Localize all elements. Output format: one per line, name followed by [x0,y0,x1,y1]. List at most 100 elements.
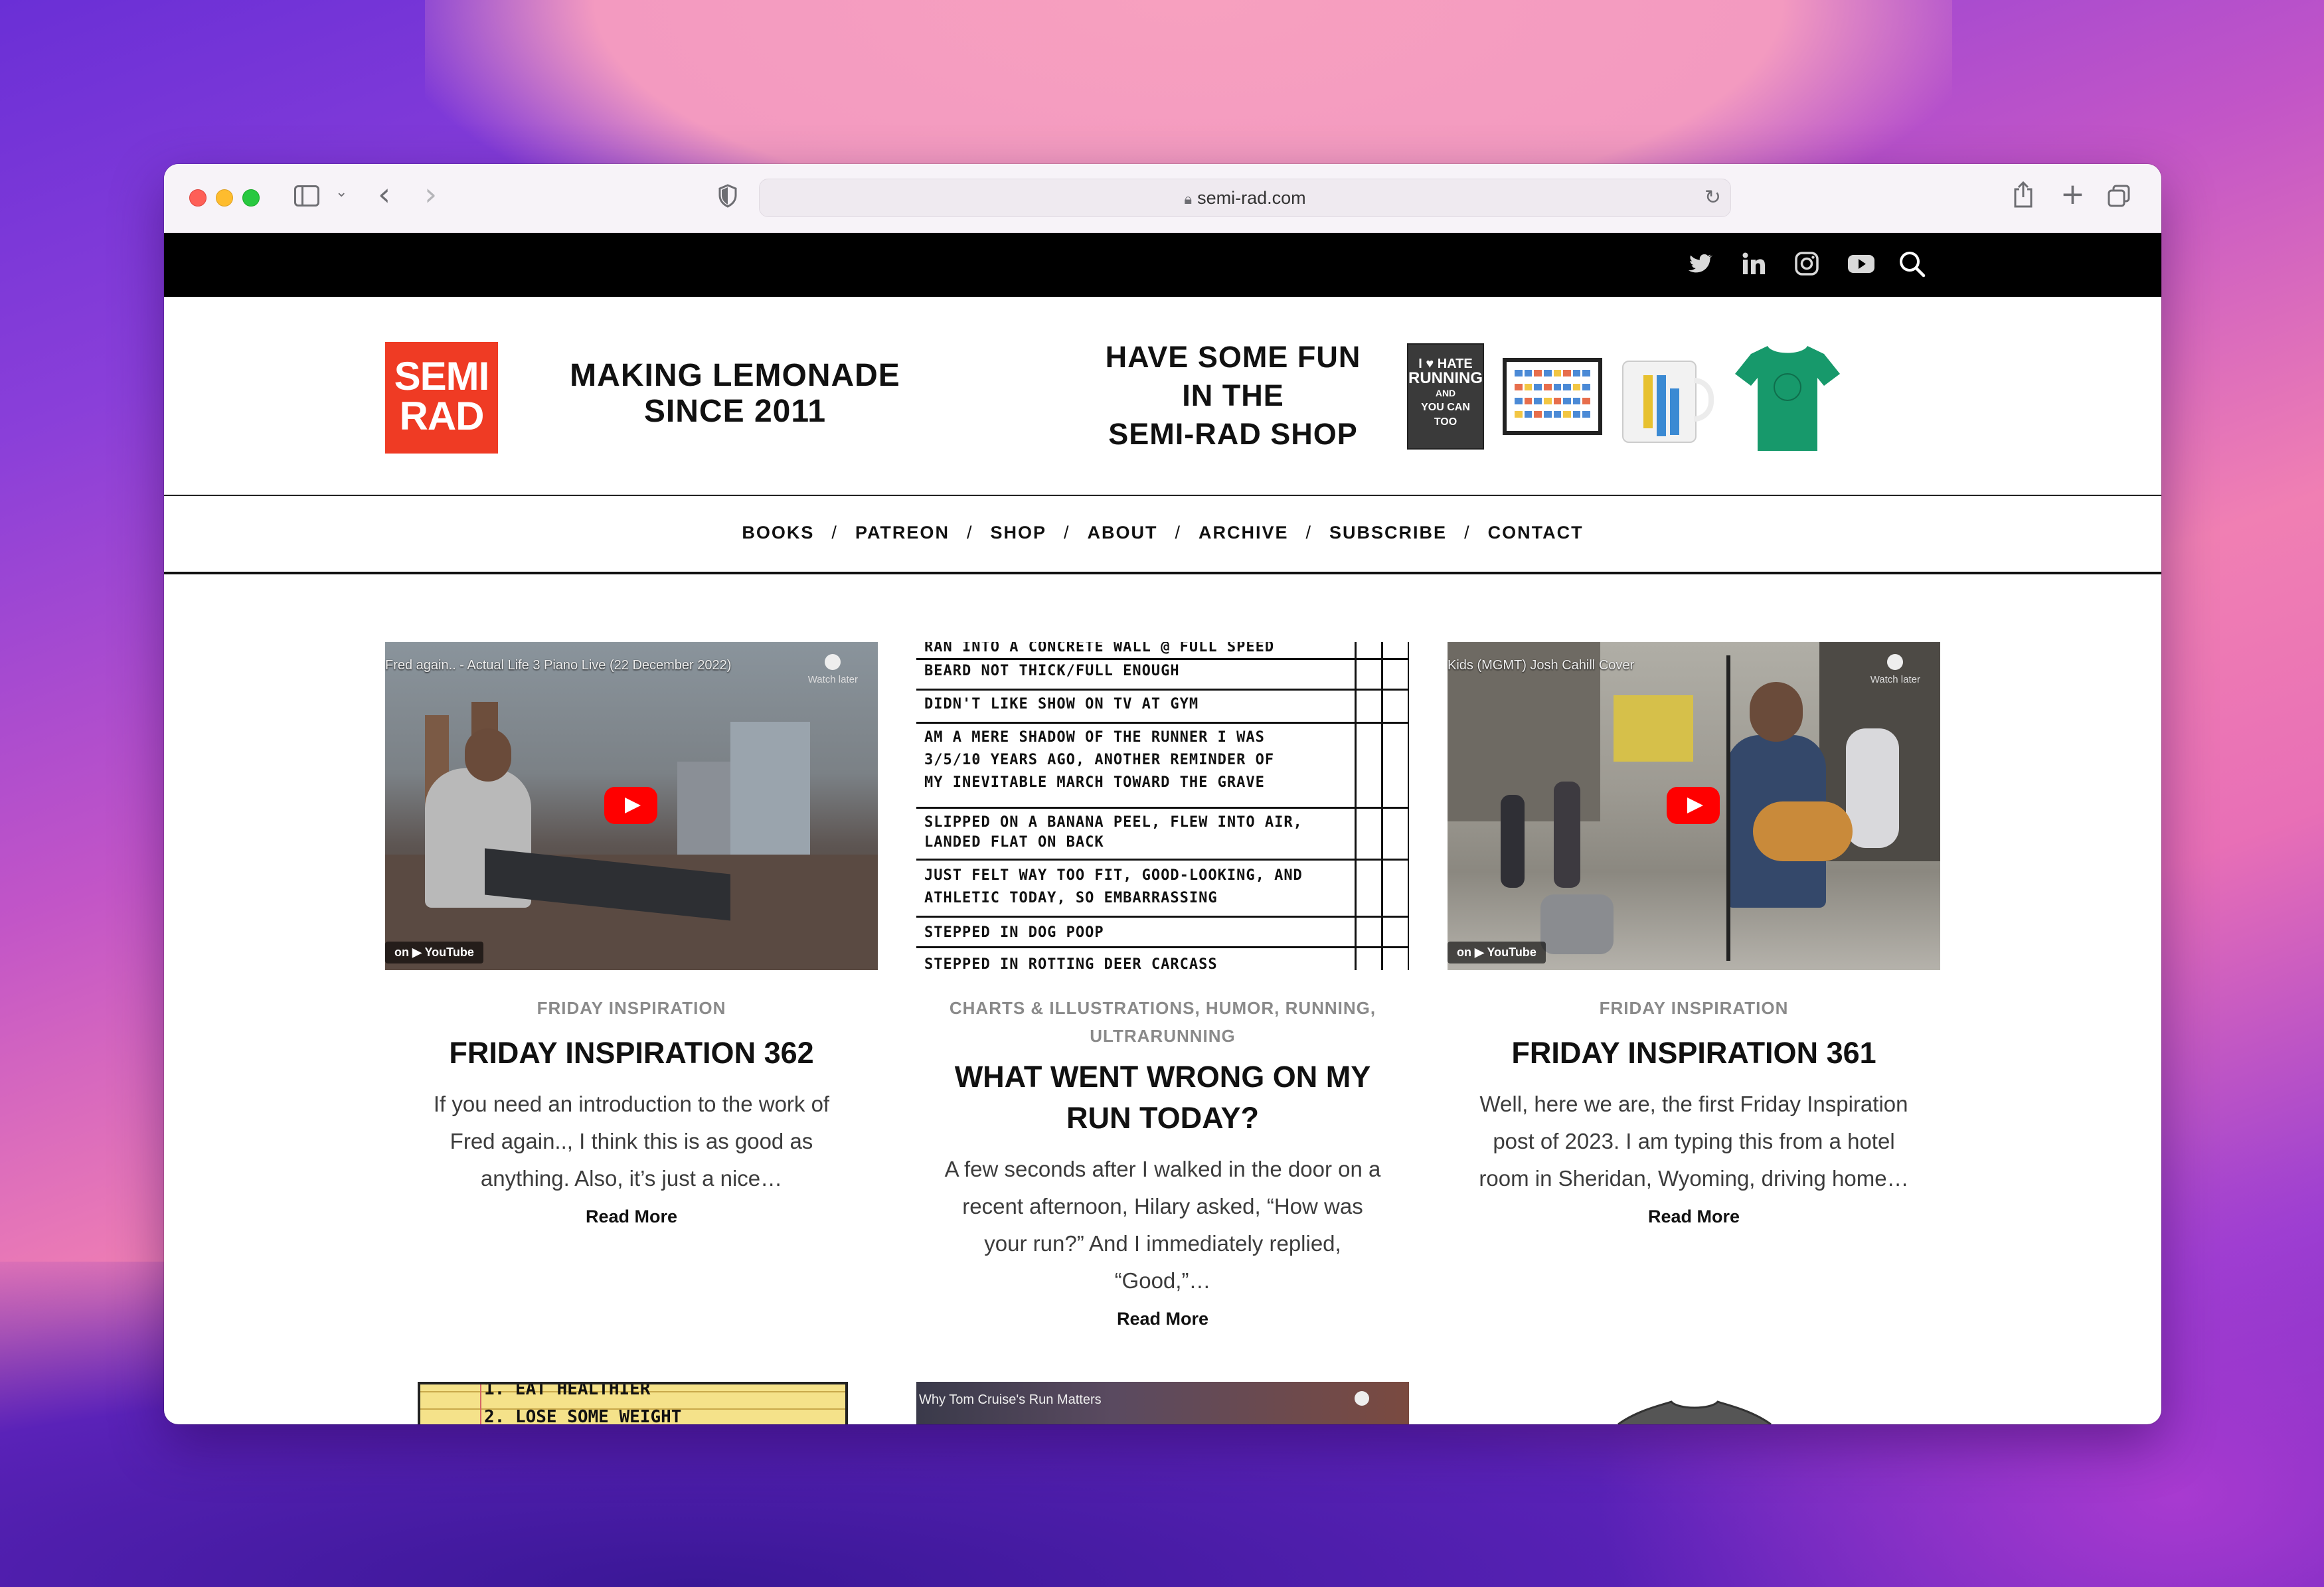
nav-item-archive[interactable]: ARCHIVE [1199,523,1289,543]
video-embed[interactable]: Fred again.. - Actual Life 3 Piano Live … [385,642,878,970]
nav-item-contact[interactable]: CONTACT [1488,523,1584,543]
nav-item-books[interactable]: BOOKS [742,523,814,543]
site-header: SEMI RAD MAKING LEMONADE SINCE 2011 HAVE… [164,297,2161,496]
search-icon[interactable] [1898,250,1926,278]
play-button-icon[interactable] [1667,787,1720,824]
clock-icon [825,654,841,670]
read-more-link[interactable]: Read More [1648,1207,1740,1227]
notepad-illustration[interactable]: 1. EAT HEALTHIER 2. LOSE SOME WEIGHT [418,1382,848,1424]
hand-drawn-chart: RAN INTO A CONCRETE WALL @ FULL SPEED BEA… [916,642,1409,970]
youtube-logo[interactable]: on ▶ YouTube [1448,942,1546,963]
shop-promo-line-3: SEMI-RAD SHOP [1108,417,1358,451]
nav-item-about[interactable]: ABOUT [1088,523,1158,543]
building [677,762,730,868]
youtube-logo[interactable]: on ▶ YouTube [385,942,483,963]
chart-row-label: 3/5/10 YEARS AGO, ANOTHER REMINDER OF [924,752,1275,768]
pianist-head [465,728,511,782]
url-display: 🔒︎ semi-rad.com [760,188,1730,209]
nav-item-subscribe[interactable]: SUBSCRIBE [1329,523,1447,543]
chart-column-line [1355,642,1357,970]
video-embed[interactable]: Kids (MGMT) Josh Cahill Cover Watch late… [1448,642,1940,970]
read-more-link[interactable]: Read More [586,1207,677,1227]
browser-window: ⌄ ‹ › 🔒︎ semi-rad.com ↻ + SEMI RAD MAKIN… [164,164,2161,1424]
clock-icon[interactable] [1355,1391,1369,1406]
sidebar-toggle-icon[interactable] [294,185,319,207]
youtube-icon[interactable] [1847,250,1876,277]
post-card: Kids (MGMT) Josh Cahill Cover Watch late… [1448,642,1940,1227]
chevron-down-icon[interactable]: ⌄ [335,184,347,201]
post-excerpt: Well, here we are, the first Friday Insp… [1479,1092,1909,1191]
watch-later-label: Watch later [807,674,858,685]
chart-divider [916,807,1409,809]
post-title[interactable]: FRIDAY INSPIRATION 361 [1448,1033,1940,1074]
close-window-button[interactable] [189,189,207,207]
watch-later-button[interactable]: Watch later [808,654,858,685]
post-title[interactable]: WHAT WENT WRONG ON MY RUN TODAY? [916,1056,1409,1139]
new-tab-icon[interactable]: + [2060,177,2085,211]
chart-row-label: ATHLETIC TODAY, SO EMBARRASSING [924,890,1218,906]
lock-icon: 🔒︎ [1184,191,1193,207]
video-title[interactable]: Fred again.. - Actual Life 3 Piano Live … [385,658,731,673]
book-cover-line-2: RUNNING [1408,369,1483,387]
yellow-stall [1614,695,1693,762]
chart-row-label: BEARD NOT THICK/FULL ENOUGH [924,663,1180,679]
chart-row-label: SLIPPED ON A BANANA PEEL, FLEW INTO AIR, [924,814,1303,831]
mic-stand [1726,655,1730,961]
post-title[interactable]: FRIDAY INSPIRATION 362 [385,1033,878,1074]
post-category[interactable]: FRIDAY INSPIRATION [1448,994,1940,1022]
busker-head [1750,682,1803,742]
poster-product-image [1503,358,1602,435]
read-more-link[interactable]: Read More [1117,1309,1208,1329]
reload-icon[interactable]: ↻ [1704,186,1721,209]
instagram-icon[interactable] [1793,250,1820,277]
tshirt-illustration[interactable] [1598,1398,1791,1424]
forward-arrow-icon[interactable]: › [424,176,437,213]
shop-promo-text: HAVE SOME FUN IN THE SEMI-RAD SHOP [1094,338,1372,454]
book-cover-line-4: YOU CAN TOO [1421,402,1470,428]
chart-row-label: STEPPED IN DOG POOP [924,924,1104,941]
post-excerpt: If you need an introduction to the work … [433,1092,830,1191]
linkedin-icon[interactable] [1740,250,1767,277]
chart-row-label: RAN INTO A CONCRETE WALL @ FULL SPEED [924,642,1275,655]
post-category[interactable]: FRIDAY INSPIRATION [385,994,878,1022]
post-illustration[interactable]: RAN INTO A CONCRETE WALL @ FULL SPEED BEA… [916,642,1409,970]
share-icon[interactable] [2013,180,2034,209]
tab-overview-icon[interactable] [2107,184,2131,208]
chart-column-line [1381,642,1383,970]
chart-divider [916,689,1409,691]
video-title[interactable]: Kids (MGMT) Josh Cahill Cover [1448,658,1634,673]
back-arrow-icon[interactable]: ‹ [378,176,390,213]
address-bar[interactable]: 🔒︎ semi-rad.com ↻ [759,179,1731,217]
tagline-line-1: MAKING LEMONADE [570,358,900,393]
twitter-icon[interactable] [1687,250,1714,277]
nav-item-shop[interactable]: SHOP [990,523,1046,543]
chart-row-label: MY INEVITABLE MARCH TOWARD THE GRAVE [924,774,1265,791]
post-category[interactable]: CHARTS & ILLUSTRATIONS, HUMOR, RUNNING, … [916,994,1409,1050]
video-title[interactable]: Why Tom Cruise's Run Matters [919,1392,1102,1408]
tshirt-product-image [1731,341,1844,454]
site-tagline: MAKING LEMONADE SINCE 2011 [536,358,934,430]
video-embed[interactable]: Why Tom Cruise's Run Matters [916,1382,1409,1424]
chart-row-label: JUST FELT WAY TOO FIT, GOOD-LOOKING, AND [924,867,1303,884]
logo-line-1: SEMI [394,354,490,398]
nav-separator: / [966,523,973,543]
chart-row-label: DIDN'T LIKE SHOW ON TV AT GYM [924,696,1199,712]
minimize-window-button[interactable] [216,189,233,207]
browser-toolbar: ⌄ ‹ › 🔒︎ semi-rad.com ↻ + [164,164,2161,233]
tagline-line-2: SINCE 2011 [643,394,827,429]
nav-item-patreon[interactable]: PATREON [855,523,950,543]
zoom-window-button[interactable] [242,189,260,207]
building [730,722,810,861]
chart-divider [916,658,1409,660]
privacy-shield-icon[interactable] [718,184,738,208]
post-excerpt: A few seconds after I walked in the door… [944,1157,1381,1293]
play-button-icon[interactable] [604,787,657,824]
shop-promo-line-1: HAVE SOME FUN [1105,340,1361,374]
site-logo[interactable]: SEMI RAD [385,342,498,454]
nav-separator: / [1305,523,1313,543]
url-text: semi-rad.com [1197,188,1306,208]
book-cover-line-3: AND [1435,388,1456,398]
site-social-bar [164,233,2161,297]
guitar-case [1540,894,1614,954]
watch-later-button[interactable]: Watch later [1870,654,1920,685]
